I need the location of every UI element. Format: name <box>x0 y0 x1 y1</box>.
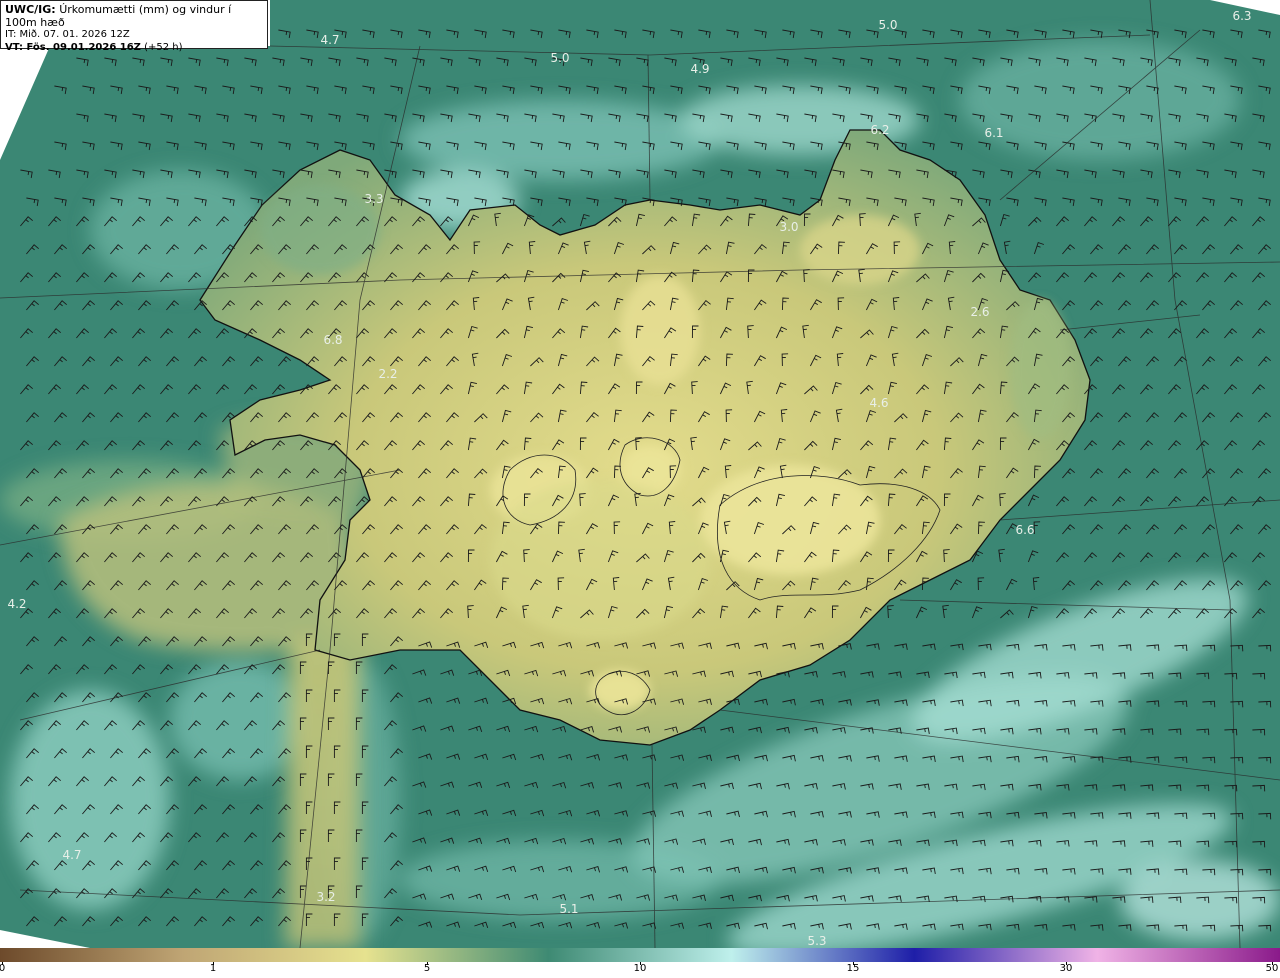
max-value-label: 3.0 <box>779 220 798 234</box>
info-box: UWC/IG: Úrkomumætti (mm) og vindur í 100… <box>0 0 268 53</box>
model-name: UWC/IG: <box>5 3 56 16</box>
max-value-label: 2.6 <box>970 305 989 319</box>
max-value-label: 5.1 <box>559 902 578 916</box>
max-value-label: 6.3 <box>1232 9 1251 23</box>
precipitation-map: 4.7 5.0 5.0 4.9 6.3 3.3 6.2 6.1 3.0 2.6 6.8 2.2 4.6 6… <box>0 0 1280 948</box>
max-value-label: 4.9 <box>690 62 709 76</box>
colorbar-tick-label: 10 <box>633 963 647 974</box>
max-value-label: 6.8 <box>323 333 342 347</box>
forecast-offset: (+52 h) <box>144 41 183 53</box>
max-value-label: 6.1 <box>984 126 1003 140</box>
init-time: IT: Mið. 07. 01. 2026 12Z <box>5 29 130 40</box>
colorbar-tick-label: 50 <box>1265 963 1279 974</box>
colorbar-tick-label: 30 <box>1059 963 1073 974</box>
colorbar-tick-label: 5 <box>423 963 431 974</box>
max-value-label: 5.3 <box>807 934 826 948</box>
max-value-label: 3.2 <box>316 890 335 904</box>
max-value-label: 4.7 <box>62 848 81 862</box>
valid-time: VT: Fös. 09.01.2026 16Z <box>5 41 141 53</box>
max-value-label: 4.7 <box>320 33 339 47</box>
colorbar-tick-label: 0 <box>0 963 6 974</box>
max-value-label: 6.6 <box>1015 523 1034 537</box>
max-value-label: 2.2 <box>378 367 397 381</box>
max-value-label: 5.0 <box>878 18 897 32</box>
max-value-label: 4.6 <box>869 396 888 410</box>
max-value-label: 6.2 <box>870 123 889 137</box>
max-value-label: 5.0 <box>550 51 569 65</box>
colorbar-tick-labels: 0 1 5 10 15 30 50 <box>0 962 1280 978</box>
colorbar <box>0 948 1280 962</box>
max-value-label: 4.2 <box>7 597 26 611</box>
max-value-label: 3.3 <box>364 192 383 206</box>
colorbar-tick-label: 1 <box>209 963 217 974</box>
colorbar-tick-label: 15 <box>846 963 860 974</box>
